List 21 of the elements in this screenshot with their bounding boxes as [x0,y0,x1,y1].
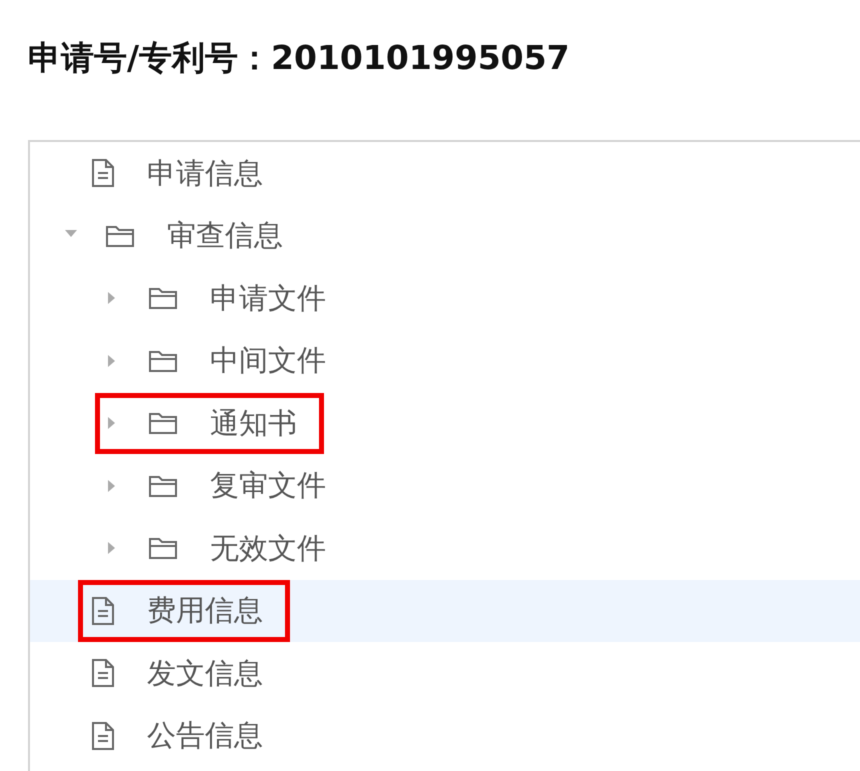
document-icon [91,159,115,188]
document-icon [91,596,115,625]
tree-item-label[interactable]: 复审文件 [210,464,326,508]
tree-item-label[interactable]: 申请信息 [147,152,263,195]
tree-item-label[interactable]: 申请文件 [210,276,326,320]
tree-item-label[interactable]: 通知书 [210,402,297,445]
document-icon [91,659,115,688]
tree-item-label[interactable]: 无效文件 [210,526,326,570]
folder-icon [148,536,178,560]
tree-item-label[interactable]: 发文信息 [147,652,263,695]
tree-item-label[interactable]: 中间文件 [210,339,326,382]
tree-item-label[interactable]: 公告信息 [147,714,263,758]
folder-icon [148,348,178,373]
folder-icon [148,411,178,436]
tree-item-label[interactable]: 审查信息 [167,214,283,258]
document-icon [91,722,115,750]
folder-icon [105,224,135,248]
folder-icon [148,286,178,310]
page-title: 申请号/专利号：2010101995057 [27,37,571,79]
tree-item-label[interactable]: 费用信息 [147,589,263,632]
folder-icon [148,474,178,498]
